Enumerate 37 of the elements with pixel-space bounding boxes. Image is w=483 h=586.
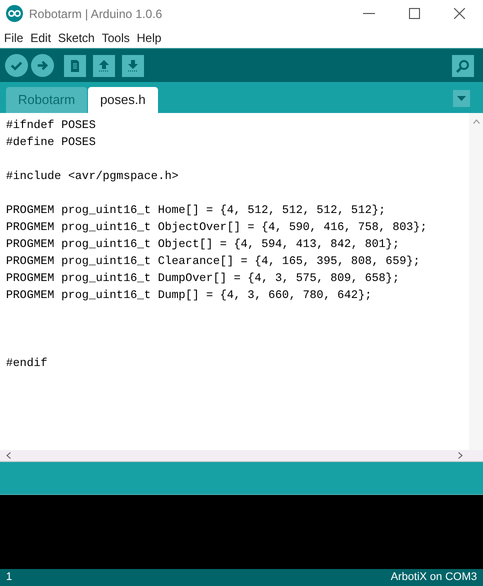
code-line: PROGMEM prog_uint16_t Home[] = {4, 512, 512, 512, 512}; <box>6 203 387 219</box>
code-line: PROGMEM prog_uint16_t DumpOver[] = {4, 3, 575, 809, 658}; <box>6 271 400 287</box>
scroll-right-icon[interactable] <box>458 452 463 459</box>
window-title: Robotarm | Arduino 1.0.6 <box>29 6 162 22</box>
code-line: #endif <box>6 356 48 372</box>
save-button[interactable] <box>122 54 144 76</box>
up-arrow-icon <box>99 60 109 72</box>
scroll-up-icon[interactable] <box>472 119 480 124</box>
menu-item[interactable]: Sketch <box>58 28 95 46</box>
code-line: #define POSES <box>6 135 97 151</box>
menu-item[interactable]: Tools <box>102 28 130 46</box>
document-icon <box>70 60 80 72</box>
code-line: #ifndef POSES <box>6 118 97 134</box>
line-number: 1 <box>6 570 12 586</box>
minimize-icon[interactable] <box>363 12 375 14</box>
down-arrow-icon <box>128 60 138 72</box>
verify-icon[interactable] <box>5 54 28 77</box>
code-line: PROGMEM prog_uint16_t Dump[] = {4, 3, 660, 780, 642}; <box>6 288 373 304</box>
code-line: #include <avr/pgmspace.h> <box>6 169 180 185</box>
new-file-button[interactable] <box>64 54 86 76</box>
code-line: PROGMEM prog_uint16_t Clearance[] = {4, 165, 395, 808, 659}; <box>6 254 422 270</box>
code-line: PROGMEM prog_uint16_t Object[] = {4, 594, 413, 842, 801}; <box>6 237 400 253</box>
upload-icon[interactable] <box>31 54 54 77</box>
editor-tab[interactable]: poses.h <box>88 87 158 113</box>
scroll-left-icon[interactable] <box>6 452 11 459</box>
menu-item[interactable]: Edit <box>30 28 52 46</box>
tab-menu-icon[interactable] <box>453 90 470 107</box>
board-status: ArbotiX on COM3 <box>390 570 477 586</box>
app-logo-icon <box>6 5 23 22</box>
open-button[interactable] <box>93 54 115 76</box>
serial-monitor-button[interactable] <box>452 54 474 76</box>
menu-item[interactable]: Help <box>136 28 162 46</box>
maximize-icon[interactable] <box>409 8 420 19</box>
code-line: PROGMEM prog_uint16_t ObjectOver[] = {4, 590, 416, 758, 803}; <box>6 220 428 236</box>
menu-item[interactable]: File <box>4 28 24 46</box>
magnifier-icon <box>456 58 470 72</box>
close-icon[interactable] <box>454 8 465 19</box>
